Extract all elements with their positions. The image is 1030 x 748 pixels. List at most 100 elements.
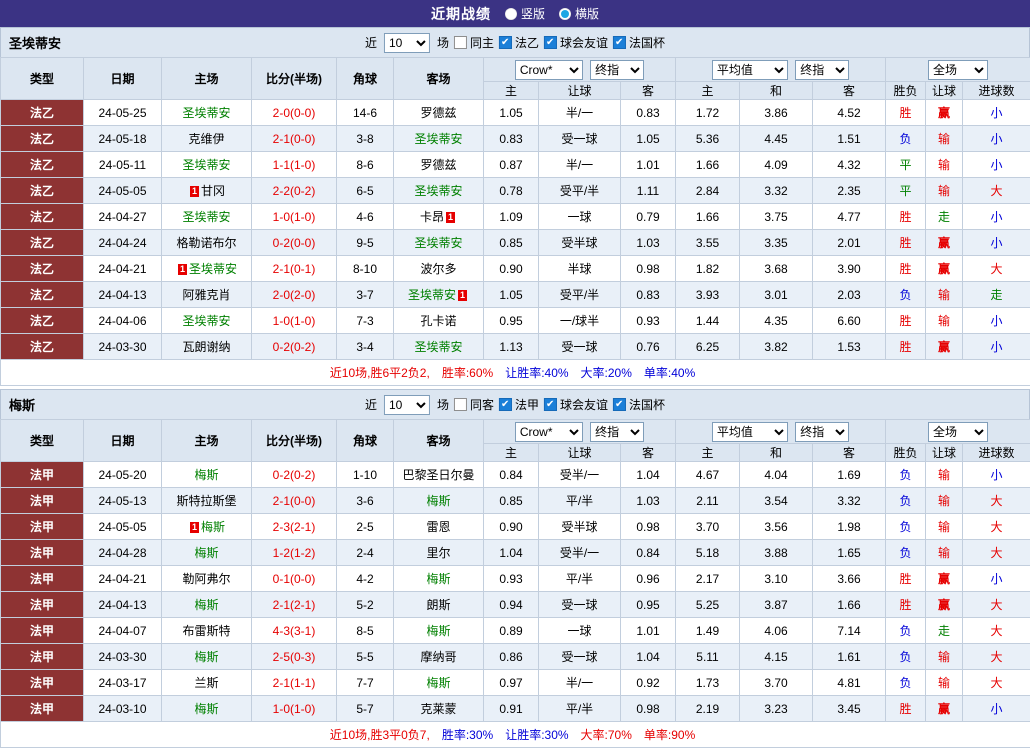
corner-cell: 4-2 (337, 566, 394, 592)
result-flag: 小 (963, 696, 1030, 722)
bookmaker-select[interactable]: Crow* (515, 422, 583, 442)
checkbox-label: 同客 (470, 396, 494, 413)
home-team-cell: 1圣埃蒂安 (162, 256, 252, 282)
europe-odds: 1.66 (813, 592, 886, 618)
handicap-odds: 0.96 (621, 566, 676, 592)
match-row: 法乙24-04-06圣埃蒂安1-0(1-0)7-3孔卡诺0.95一/球半0.93… (1, 308, 1030, 334)
result-flag: 输 (926, 178, 963, 204)
league-badge: 法甲 (1, 514, 84, 540)
odds-stage-select[interactable]: 终指 (795, 60, 849, 80)
team-name: 罗德兹 (420, 106, 456, 120)
match-row: 法甲24-04-13梅斯2-1(2-1)5-2朗斯0.94受一球0.955.25… (1, 592, 1030, 618)
subcol-label: 客 (621, 444, 676, 462)
result-flag: 小 (963, 334, 1030, 360)
europe-odds: 3.70 (740, 670, 813, 696)
match-row: 法乙24-03-30瓦朗谢纳0-2(0-2)3-4圣埃蒂安1.13受一球0.76… (1, 334, 1030, 360)
filter-checkbox-league[interactable]: 法乙 (499, 34, 539, 51)
checkbox-icon (454, 398, 467, 411)
filter-checkbox-cup[interactable]: 法国杯 (613, 34, 665, 51)
europe-odds: 3.54 (740, 488, 813, 514)
recent-count-select[interactable]: 10 (384, 33, 430, 53)
layout-radio-vertical[interactable]: 竖版 (505, 5, 545, 22)
team-name: 巴黎圣日尔曼 (402, 468, 474, 482)
away-team-cell: 卡昂1 (394, 204, 484, 230)
corner-cell: 9-5 (337, 230, 394, 256)
filter-checkbox-friendly[interactable]: 球会友谊 (544, 34, 608, 51)
team-name: 圣埃蒂安 (414, 236, 462, 250)
away-team-cell: 摩纳哥 (394, 644, 484, 670)
col-away: 客场 (394, 58, 484, 100)
checkbox-label: 球会友谊 (560, 34, 608, 51)
filter-checkbox-friendly[interactable]: 球会友谊 (544, 396, 608, 413)
score-cell: 0-2(0-0) (252, 230, 337, 256)
result-flag: 小 (963, 230, 1030, 256)
col-corner: 角球 (337, 58, 394, 100)
handicap-odds: 0.98 (621, 514, 676, 540)
europe-odds: 2.17 (676, 566, 740, 592)
team-name: 里尔 (426, 546, 450, 560)
result-flag: 负 (886, 126, 926, 152)
corner-cell: 8-6 (337, 152, 394, 178)
summary-row: 近10场,胜6平2负2,胜率:60%让胜率:40%大率:20%单率:40% (1, 360, 1030, 386)
league-badge: 法乙 (1, 230, 84, 256)
checkbox-label: 法甲 (515, 396, 539, 413)
match-row: 法甲24-05-13斯特拉斯堡2-1(0-0)3-6梅斯0.85平/半1.032… (1, 488, 1030, 514)
odds-stage-select[interactable]: 终指 (590, 60, 644, 80)
bookmaker-select[interactable]: Crow* (515, 60, 583, 80)
handicap-odds: 0.83 (621, 100, 676, 126)
subcol-label: 让球 (539, 82, 621, 100)
europe-odds: 1.82 (676, 256, 740, 282)
recent-count-select[interactable]: 10 (384, 395, 430, 415)
away-team-cell: 克莱蒙 (394, 696, 484, 722)
score-cell: 0-2(0-2) (252, 462, 337, 488)
handicap-line: 受半/一 (539, 540, 621, 566)
filter-checkbox-league[interactable]: 法甲 (499, 396, 539, 413)
subcol-label: 主 (676, 444, 740, 462)
europe-odds: 5.36 (676, 126, 740, 152)
filter-checkbox-same-home[interactable]: 同主 (454, 34, 494, 51)
result-flag: 输 (926, 540, 963, 566)
handicap-line: 半/一 (539, 152, 621, 178)
filter-checkbox-cup[interactable]: 法国杯 (613, 396, 665, 413)
layout-radio-horizontal[interactable]: 横版 (559, 5, 599, 22)
result-flag: 胜 (886, 696, 926, 722)
result-flag: 小 (963, 100, 1030, 126)
team-title: 梅斯 (1, 395, 35, 414)
score-cell: 2-1(2-1) (252, 592, 337, 618)
result-flag: 胜 (886, 566, 926, 592)
match-date: 24-05-13 (84, 488, 162, 514)
average-select[interactable]: 平均值 (712, 60, 788, 80)
page-title: 近期战绩 (431, 4, 491, 24)
average-select[interactable]: 平均值 (712, 422, 788, 442)
checkbox-label: 法国杯 (629, 396, 665, 413)
handicap-line: 受一球 (539, 334, 621, 360)
europe-odds: 4.04 (740, 462, 813, 488)
result-flag: 小 (963, 126, 1030, 152)
odds-stage-select[interactable]: 终指 (590, 422, 644, 442)
subcol-label: 客 (813, 444, 886, 462)
handicap-odds: 0.76 (621, 334, 676, 360)
filter-bar: 近 10 场 同客 法甲 球会友谊 法国杯 (365, 395, 665, 415)
handicap-odds: 1.04 (621, 462, 676, 488)
score-cell: 1-0(1-0) (252, 204, 337, 230)
handicap-odds: 1.09 (484, 204, 539, 230)
result-flag: 输 (926, 514, 963, 540)
match-row: 法乙24-05-051甘冈2-2(0-2)6-5圣埃蒂安0.78受平/半1.11… (1, 178, 1030, 204)
match-date: 24-05-05 (84, 178, 162, 204)
handicap-odds: 1.01 (621, 152, 676, 178)
europe-odds: 3.70 (676, 514, 740, 540)
filter-checkbox-same-away[interactable]: 同客 (454, 396, 494, 413)
section-header: 圣埃蒂安 近 10 场 同主 法乙 球会友谊 法国杯 (0, 27, 1030, 57)
scope-select[interactable]: 全场 (928, 422, 988, 442)
score-cell: 2-1(0-0) (252, 488, 337, 514)
odds-stage-select[interactable]: 终指 (795, 422, 849, 442)
europe-odds: 1.73 (676, 670, 740, 696)
handicap-odds: 0.79 (621, 204, 676, 230)
scope-select[interactable]: 全场 (928, 60, 988, 80)
subcol-label: 主 (484, 82, 539, 100)
radio-icon (559, 8, 571, 20)
league-badge: 法甲 (1, 566, 84, 592)
handicap-odds-group: Crow* 终指 (484, 420, 676, 444)
corner-cell: 7-7 (337, 670, 394, 696)
subcol-label: 让球 (539, 444, 621, 462)
